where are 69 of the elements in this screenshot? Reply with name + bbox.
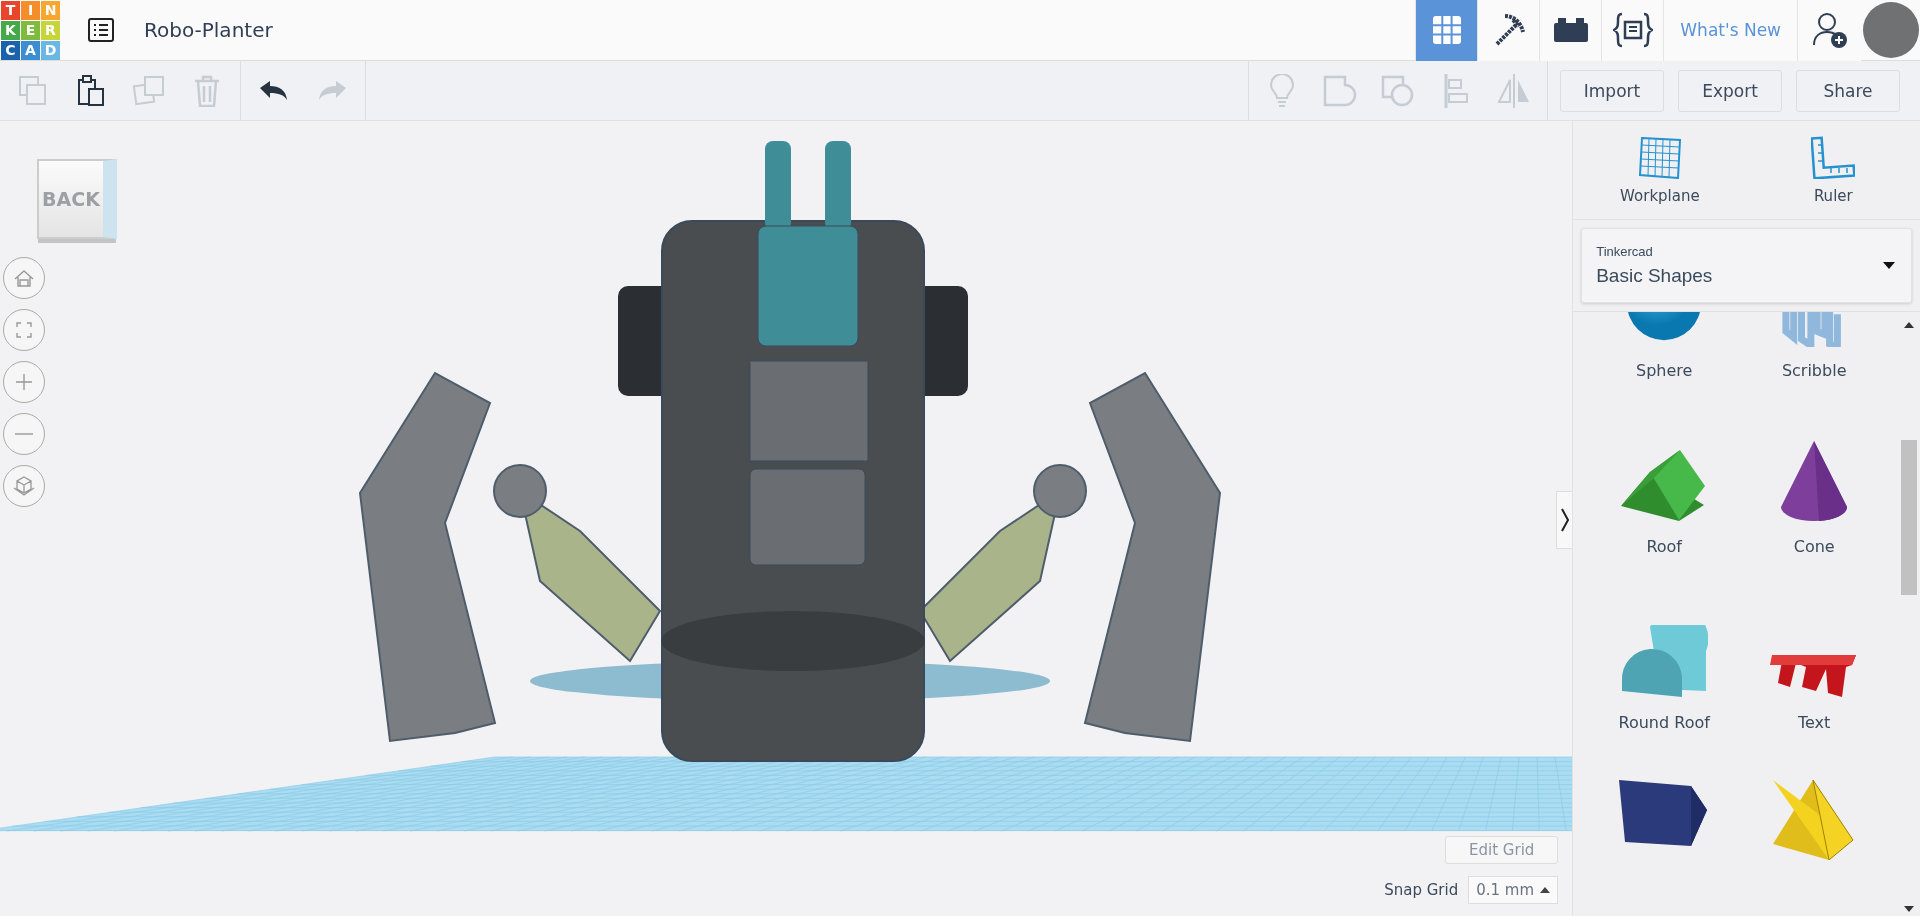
logo-letter: R [41, 20, 60, 40]
scroll-up-icon[interactable] [1904, 322, 1914, 328]
pyramid-shape-icon [1773, 780, 1856, 860]
mirror-icon [1497, 73, 1531, 108]
toolbar-button[interactable]: Export [1678, 69, 1782, 112]
chevron-right-icon [1560, 508, 1569, 532]
sphere-shape-item[interactable]: Sphere [1589, 312, 1740, 382]
logo-letter: K [1, 20, 20, 40]
round-roof-shape-icon [1620, 625, 1709, 699]
logo-letter: E [21, 20, 40, 40]
undo-arrow-icon [260, 80, 288, 101]
scroll-down-icon[interactable] [1904, 906, 1914, 912]
fit-view-icon [16, 322, 32, 338]
lightbulb-icon [1270, 73, 1294, 108]
shape-library-dropdown[interactable]: Tinkercad Basic Shapes [1581, 228, 1912, 303]
zoom-in-icon [16, 374, 32, 390]
fit-view-button[interactable] [3, 309, 45, 351]
text-shape-item[interactable]: Text [1739, 588, 1890, 734]
logo-letter: T [1, 0, 20, 20]
grid-icon [1430, 14, 1463, 46]
logo-letter: I [21, 0, 40, 20]
scrollbar-thumb[interactable] [1901, 440, 1917, 595]
dropdown-caret-icon [1883, 262, 1895, 269]
round-roof-shape-item[interactable]: Round Roof [1589, 588, 1740, 734]
zoom-in-button[interactable] [3, 361, 45, 403]
cube-view-button[interactable] [3, 465, 45, 507]
snap-grid-label: Snap Grid [1384, 881, 1459, 899]
ungroup-shape-icon [1381, 74, 1415, 107]
logo-letter: D [41, 40, 60, 60]
zoom-out-button[interactable] [3, 413, 45, 455]
cone-shape-icon [1779, 441, 1850, 523]
home-icon [14, 269, 34, 287]
redo-arrow-icon [318, 80, 346, 101]
home-button[interactable] [3, 257, 45, 299]
view-mode-tab[interactable] [1539, 0, 1602, 61]
view-mode-tab[interactable] [1477, 0, 1540, 61]
workplane-grid-icon [1638, 135, 1681, 179]
logo-letter: A [21, 40, 40, 60]
collapse-panel-button[interactable] [1556, 491, 1573, 549]
category-name: Basic Shapes [1596, 265, 1713, 287]
add-user-icon [1812, 12, 1847, 48]
group-shape-icon [1323, 74, 1357, 107]
toolbar-button[interactable]: Import [1560, 69, 1664, 112]
roof-shape-item[interactable]: Roof [1589, 412, 1740, 558]
logo-letter: C [1, 40, 20, 60]
align-icon [1443, 73, 1469, 108]
trash-icon [194, 74, 220, 107]
toolbar-button[interactable]: Share [1796, 69, 1900, 112]
brick-icon [1553, 18, 1588, 42]
workplane-tool-button[interactable]: Workplane [1573, 121, 1747, 219]
view-mode-tab[interactable] [1601, 0, 1664, 61]
duplicate-icon [133, 74, 165, 107]
library-label: Tinkercad [1596, 244, 1653, 259]
cone-shape-item[interactable]: Cone [1739, 412, 1890, 558]
user-avatar[interactable] [1863, 2, 1919, 58]
logo-letter: N [41, 0, 60, 20]
ruler-tool-button[interactable]: Ruler [1746, 121, 1920, 219]
design-title[interactable]: Robo-Planter [144, 18, 273, 42]
clipboard-icon [77, 74, 105, 107]
snap-grid-select[interactable]: 0.1 mm [1468, 876, 1559, 904]
caret-up-icon [1540, 887, 1551, 893]
copy-icon [19, 75, 47, 106]
ruler-icon [1811, 135, 1856, 179]
design-list-button[interactable] [86, 15, 116, 45]
list-icon [88, 18, 114, 42]
cube-view-icon [13, 476, 35, 496]
invite-user-button[interactable] [1797, 0, 1861, 61]
code-braces-icon [1612, 12, 1653, 48]
scribble-shape-item[interactable]: Scribble [1739, 312, 1890, 382]
